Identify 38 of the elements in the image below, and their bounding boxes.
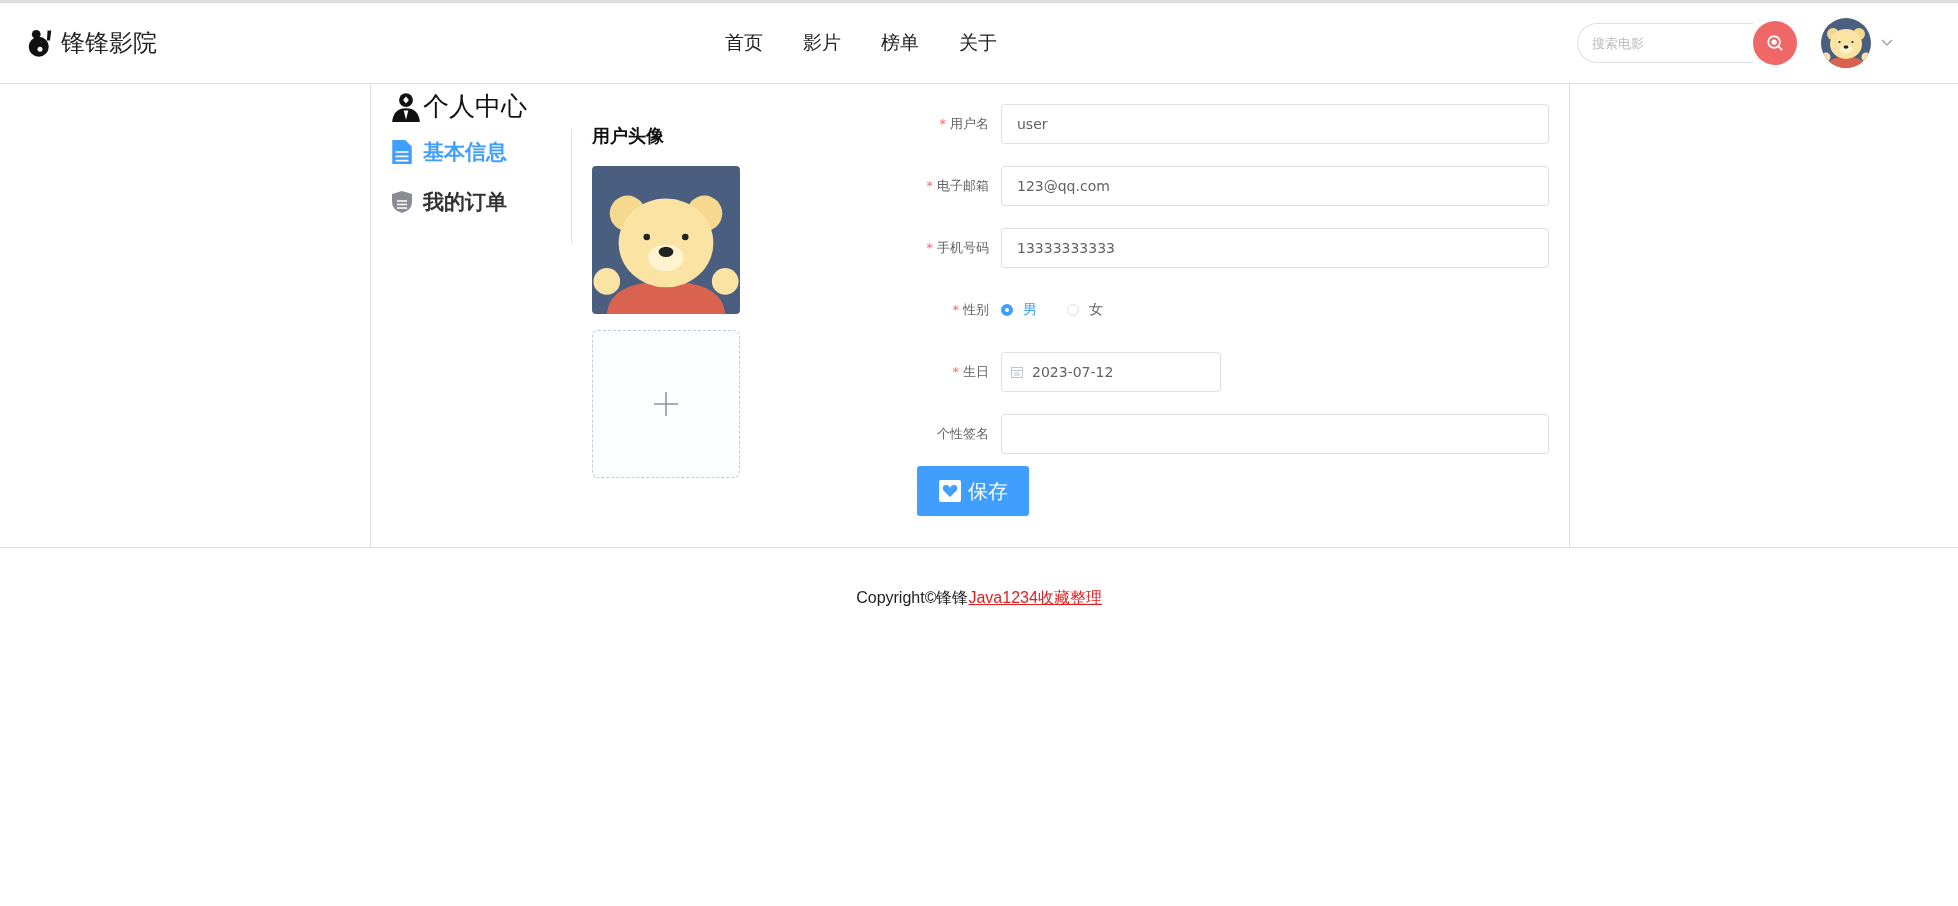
- input-field[interactable]: 123@qq.com: [1001, 166, 1549, 206]
- document-icon: [391, 139, 413, 165]
- sidebar-item[interactable]: 我的订单: [391, 188, 507, 216]
- plus-icon: [652, 390, 680, 418]
- field-label: 性别: [963, 302, 989, 317]
- required-mark: *: [952, 364, 959, 379]
- section-title: 个人中心: [423, 90, 527, 123]
- search-icon: [1766, 34, 1784, 52]
- site-logo-text[interactable]: 锋锋影院: [61, 27, 157, 59]
- nav-link[interactable]: 关于: [959, 30, 997, 56]
- search-button[interactable]: [1753, 21, 1797, 65]
- field-label: 手机号码: [937, 240, 989, 255]
- footer-link[interactable]: Java1234收藏整理: [968, 589, 1102, 606]
- user-icon: [391, 91, 421, 122]
- required-mark: *: [926, 178, 933, 193]
- nav-link[interactable]: 影片: [803, 30, 841, 56]
- field-label: 生日: [963, 364, 989, 379]
- nav-link[interactable]: 榜单: [881, 30, 919, 56]
- field-label: 电子邮箱: [937, 178, 989, 193]
- user-avatar-drawing: [1821, 18, 1871, 68]
- required-mark: *: [939, 116, 946, 131]
- field-label: 个性签名: [937, 426, 989, 441]
- calendar-icon: [1011, 366, 1023, 378]
- search-field[interactable]: 搜索电影: [1577, 23, 1753, 63]
- input-field[interactable]: 13333333333: [1001, 228, 1549, 268]
- radio-option[interactable]: 女: [1067, 301, 1103, 319]
- input-field[interactable]: [1001, 414, 1549, 454]
- date-picker-field[interactable]: 2023-07-12: [1001, 352, 1221, 392]
- heart-check-icon: [938, 479, 962, 503]
- avatar-section-title: 用户头像: [592, 124, 665, 148]
- required-mark: *: [952, 302, 959, 317]
- shield-icon: [391, 189, 413, 215]
- field-label: 用户名: [950, 116, 989, 131]
- nav-link[interactable]: 首页: [725, 30, 763, 56]
- input-field[interactable]: user: [1001, 104, 1549, 144]
- required-mark: *: [926, 240, 933, 255]
- caret-icon[interactable]: [1881, 39, 1893, 47]
- copyright-text: Copyright©锋锋Java1234收藏整理: [856, 588, 1102, 608]
